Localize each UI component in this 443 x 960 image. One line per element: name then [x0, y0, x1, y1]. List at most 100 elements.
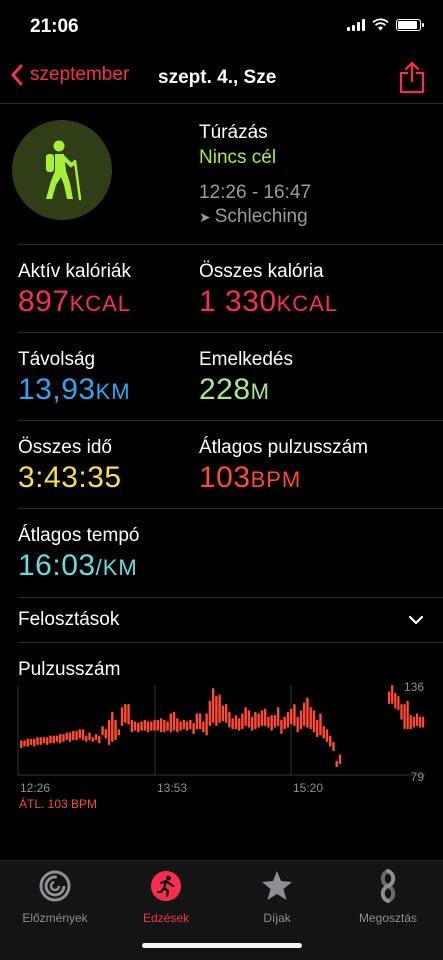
metric-number: 228 — [199, 373, 251, 406]
heart-rate-bar — [143, 719, 147, 731]
metric-active-calories: Aktív kalóriák 897KCAL — [18, 261, 131, 319]
workout-goal: Nincs cél — [199, 147, 277, 168]
heart-rate-bar — [195, 713, 199, 730]
heart-rate-bar — [85, 735, 88, 742]
cellular-signal-icon — [347, 18, 365, 31]
heart-rate-bar — [39, 737, 42, 745]
heart-rate-bar — [104, 729, 108, 739]
tab-awards[interactable]: Díjak — [222, 869, 332, 925]
share-icon[interactable] — [399, 60, 425, 94]
heart-rate-bar — [412, 716, 415, 728]
heart-rate-bar — [81, 729, 85, 741]
heart-rate-bar — [202, 721, 205, 733]
tab-sharing[interactable]: Megosztás — [333, 869, 443, 925]
heart-rate-bar — [120, 707, 124, 727]
workouts-runner-icon — [149, 869, 183, 903]
metric-label: Átlagos pulzusszám — [199, 437, 368, 458]
metric-value: 103BPM — [199, 461, 368, 495]
metric-number: 897 — [18, 285, 70, 318]
splits-row[interactable]: Felosztások — [18, 598, 425, 642]
heart-rate-bar — [224, 703, 228, 723]
heart-rate-bar — [179, 721, 182, 731]
metric-number: 3:43:35 — [18, 461, 122, 494]
heart-rate-bar — [46, 737, 49, 745]
heart-rate-bar — [91, 737, 95, 742]
metric-label: Távolság — [18, 349, 96, 370]
heart-rate-bar — [94, 733, 98, 741]
metric-avg-pace: Átlagos tempó 16:03/KM — [18, 525, 139, 583]
heart-rate-bar — [88, 732, 91, 741]
heart-rate-bar — [322, 726, 325, 739]
heart-rate-bar — [55, 735, 59, 742]
heart-rate-bar — [72, 730, 75, 741]
heart-rate-bar — [409, 715, 412, 730]
sharing-icon — [371, 869, 405, 903]
heart-rate-bar — [127, 703, 130, 725]
heart-rate-bar — [156, 719, 160, 731]
home-indicator — [142, 943, 302, 948]
heart-rate-bar — [130, 719, 134, 733]
heart-rate-bar — [189, 719, 192, 730]
heart-rate-bar — [107, 719, 111, 745]
metric-elevation: Emelkedés 228M — [199, 349, 293, 407]
tab-workouts[interactable]: Edzések — [111, 869, 221, 925]
workout-location-text: Schleching — [214, 206, 308, 227]
back-button[interactable]: szeptember — [10, 64, 129, 86]
heart-rate-bar — [276, 707, 280, 727]
heart-rate-bar — [421, 716, 425, 728]
heart-rate-bar — [36, 737, 39, 745]
heart-rate-bar — [159, 718, 163, 733]
heart-rate-bar — [283, 716, 286, 730]
heart-rate-bar — [137, 722, 140, 733]
wifi-icon — [372, 18, 389, 31]
heart-rate-bar — [228, 711, 231, 728]
tab-history[interactable]: Előzmények — [0, 869, 110, 925]
awards-star-icon — [260, 869, 294, 903]
x-tick-label: 12:26 — [20, 781, 50, 795]
metric-unit: KCAL — [69, 291, 132, 316]
heart-rate-bar — [52, 735, 55, 744]
heart-rate-bar — [75, 730, 78, 741]
heart-rate-bar — [267, 716, 270, 728]
heart-rate-bar — [29, 738, 33, 745]
heart-rate-bar — [169, 713, 173, 733]
heart-rate-bar — [192, 722, 195, 734]
heart-rate-bar — [215, 696, 218, 727]
heart-rate-bar — [101, 726, 104, 736]
metric-unit: KCAL — [276, 291, 339, 316]
heart-rate-bar — [296, 716, 299, 733]
heart-rate-bar — [218, 694, 221, 723]
heart-rate-bar — [33, 738, 36, 747]
heart-rate-bar — [415, 713, 419, 727]
divider — [18, 332, 443, 333]
nav-title: szept. 4., Sze — [158, 67, 277, 88]
metric-value: 13,93KM — [18, 373, 131, 407]
location-arrow-icon: ➤ — [199, 209, 211, 225]
status-icons — [347, 18, 424, 31]
tab-label: Megosztás — [358, 911, 418, 925]
metric-value: 1 330KCAL — [199, 285, 338, 319]
heart-rate-bar — [315, 719, 319, 738]
metric-value: 228M — [199, 373, 293, 407]
heart-rate-bar — [185, 721, 189, 731]
heart-rate-bar — [198, 713, 202, 730]
divider — [18, 420, 443, 421]
heart-rate-bar — [117, 729, 121, 736]
history-rings-icon — [38, 869, 72, 903]
heart-rate-bar — [293, 703, 296, 727]
metric-label: Összes idő — [18, 437, 112, 458]
heart-rate-bar — [176, 718, 179, 733]
metric-number: 1 330 — [199, 285, 277, 318]
heart-rate-bar — [257, 713, 260, 728]
divider — [18, 642, 443, 643]
average-heart-rate-label: ÁTL. 103 BPM — [19, 796, 97, 811]
heart-rate-bar — [49, 735, 52, 744]
heart-rate-bar — [332, 741, 335, 752]
battery-icon — [396, 18, 424, 31]
tab-label: Díjak — [263, 911, 291, 925]
heart-rate-bar — [241, 713, 244, 730]
heart-rate-bar — [111, 711, 114, 742]
heart-rate-bar — [153, 719, 156, 731]
heart-rate-bar — [59, 733, 62, 744]
x-tick-label: 13:53 — [157, 781, 187, 795]
